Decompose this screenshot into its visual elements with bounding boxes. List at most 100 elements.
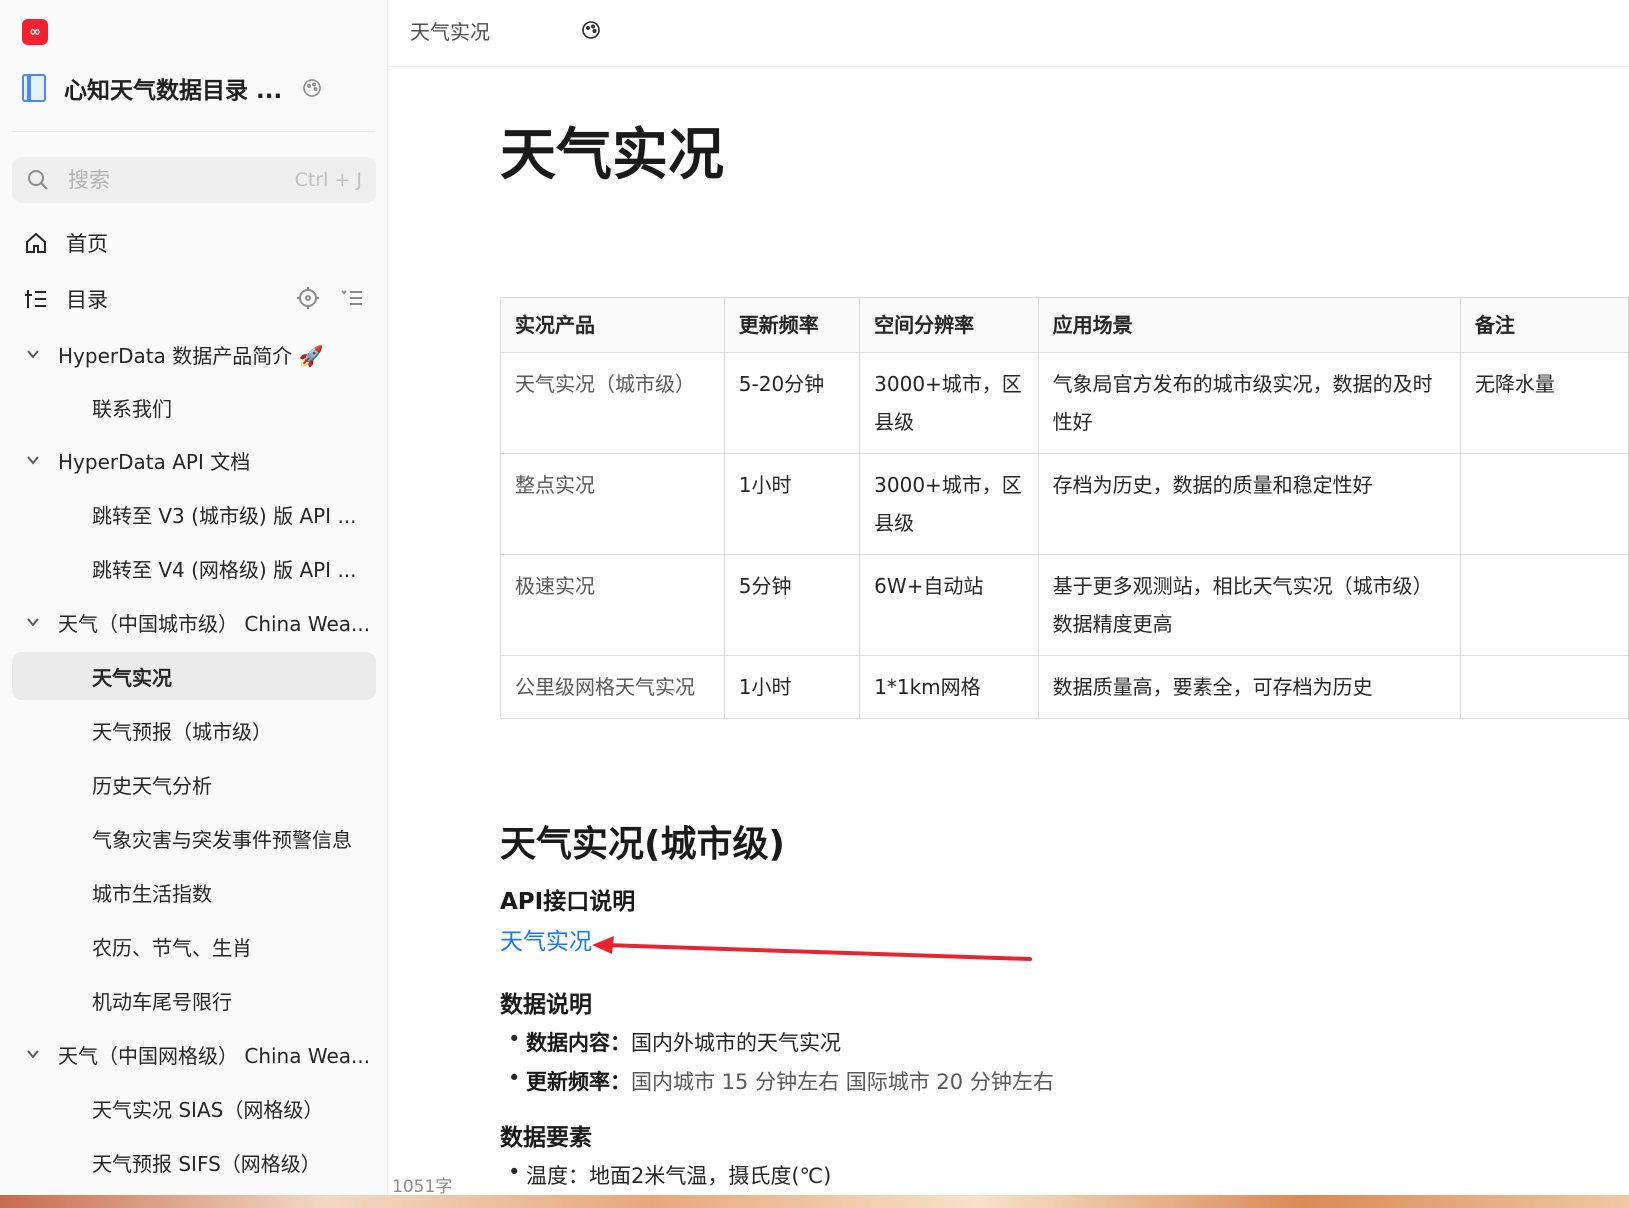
table-cell: 整点实况: [500, 453, 725, 555]
tree-item-forecast[interactable]: 天气预报（城市级）: [92, 706, 272, 754]
table-cell: 数据质量高，要素全，可存档为历史: [1037, 655, 1461, 719]
list-item: 数据内容：国内外城市的天气实况: [508, 1027, 841, 1057]
tree-item-label: 联系我们: [92, 396, 172, 421]
tree-item-sias[interactable]: 天气实况 SIAS（网格级）: [92, 1084, 323, 1132]
table-cell: 1小时: [723, 453, 861, 555]
palette-icon[interactable]: [581, 20, 601, 40]
list-item-value: 国内城市 15 分钟左右 国际城市 20 分钟左右: [631, 1070, 1054, 1094]
list-item: 温度：地面2米气温，摄氏度(℃): [508, 1160, 832, 1190]
tree-folder-city-weather[interactable]: 天气（中国城市级） China Wea...: [24, 598, 370, 646]
nav-home[interactable]: 首页: [24, 223, 108, 263]
table-cell: 5-20分钟: [723, 352, 861, 454]
data-desc-heading: 数据说明: [500, 992, 592, 1018]
tree-item-label: 天气预报（城市级）: [92, 719, 272, 744]
annotation-arrow: [592, 936, 1032, 961]
tree-item-v4-api[interactable]: 跳转至 V4 (网格级) 版 API ...: [92, 544, 357, 592]
tree-item-label: 天气实况: [92, 665, 172, 690]
table-cell: 极速实况: [500, 554, 725, 656]
tree-item-label: 农历、节气、生肖: [92, 935, 252, 960]
table-row: 天气实况（城市级） 5-20分钟 3000+城市，区县级 气象局官方发布的城市级…: [500, 352, 1629, 454]
table-cell: 公里级网格天气实况: [500, 655, 725, 719]
tree-item-label: 机动车尾号限行: [92, 989, 232, 1014]
home-icon: [26, 232, 46, 253]
chevron-down-icon[interactable]: [24, 613, 42, 631]
table-header-cell: 应用场景: [1037, 297, 1461, 353]
book-icon: [22, 74, 46, 102]
tree-folder-api-docs[interactable]: HyperData API 文档: [24, 436, 250, 484]
tree-item-label: 跳转至 V3 (城市级) 版 API ...: [92, 503, 357, 528]
table-cell: 3000+城市，区县级: [859, 352, 1039, 454]
collapse-all-icon[interactable]: [340, 286, 364, 310]
breadcrumb[interactable]: 天气实况: [410, 16, 490, 45]
tree-item-label: 跳转至 V4 (网格级) 版 API ...: [92, 557, 357, 582]
tree-item-v3-api[interactable]: 跳转至 V3 (城市级) 版 API ...: [92, 490, 357, 538]
table-cell: 气象局官方发布的城市级实况，数据的及时性好: [1037, 352, 1461, 454]
knowledge-base-header[interactable]: 心知天气数据目录 ...: [22, 68, 367, 108]
search-icon: [28, 170, 48, 190]
search-shortcut: Ctrl + J: [294, 169, 362, 191]
tree-item-history[interactable]: 历史天气分析: [92, 760, 212, 808]
list-item: 更新频率：国内城市 15 分钟左右 国际城市 20 分钟左右: [508, 1066, 1054, 1096]
tree-item-alerts[interactable]: 气象灾害与突发事件预警信息: [92, 814, 352, 862]
tree-item-label: 天气（中国网格级） China Wea...: [58, 1043, 371, 1068]
chevron-down-icon[interactable]: [24, 345, 42, 363]
sidebar-divider: [12, 131, 375, 132]
tree-item-label: 天气实况 SIAS（网格级）: [92, 1097, 324, 1122]
products-table: 实况产品 更新频率 空间分辨率 应用场景 备注 天气实况（城市级） 5-20分钟…: [500, 297, 1629, 719]
nav-toc-label: 目录: [66, 288, 108, 312]
tree-item-weather-now-active[interactable]: 天气实况: [12, 652, 376, 700]
top-bar: 天气实况: [388, 0, 1629, 67]
table-cell: 存档为历史，数据的质量和稳定性好: [1037, 453, 1461, 555]
table-cell: [1459, 655, 1629, 719]
toc-tools: [296, 286, 364, 310]
table-header-row: 实况产品 更新频率 空间分辨率 应用场景 备注: [500, 297, 1629, 353]
chevron-down-icon[interactable]: [24, 1045, 42, 1063]
table-cell: 基于更多观测站，相比天气实况（城市级）数据精度更高: [1037, 554, 1461, 656]
table-cell: 天气实况（城市级）: [500, 352, 725, 454]
nav-home-label: 首页: [66, 232, 108, 256]
tree-item-label: 天气（中国城市级） China Wea...: [58, 611, 371, 636]
tree-item-label: 城市生活指数: [92, 881, 212, 906]
api-heading: API接口说明: [500, 889, 636, 915]
tree-item-label: HyperData 数据产品简介 🚀: [58, 343, 324, 368]
table-header-cell: 实况产品: [500, 297, 725, 353]
table-row: 公里级网格天气实况 1小时 1*1km网格 数据质量高，要素全，可存档为历史: [500, 655, 1629, 719]
table-cell: 1小时: [723, 655, 861, 719]
tree-item-contact[interactable]: 联系我们: [92, 383, 172, 431]
list-item-value: 国内外城市的天气实况: [631, 1031, 841, 1055]
table-cell: 无降水量: [1459, 352, 1629, 454]
tree-item-traffic[interactable]: 机动车尾号限行: [92, 976, 232, 1024]
nav-toc[interactable]: 目录: [24, 279, 108, 319]
elements-heading: 数据要素: [500, 1125, 592, 1151]
api-link[interactable]: 天气实况: [500, 922, 592, 956]
tree-item-label: 历史天气分析: [92, 773, 212, 798]
chevron-down-icon[interactable]: [24, 451, 42, 469]
word-count: 1051字: [392, 1177, 453, 1197]
list-item-value: 温度：地面2米气温，摄氏度(℃): [526, 1164, 832, 1188]
page-title: 天气实况: [500, 123, 724, 188]
tree-item-label: HyperData API 文档: [58, 449, 251, 474]
search-input[interactable]: [66, 167, 270, 193]
table-cell: 6W+自动站: [859, 554, 1039, 656]
tree-folder-intro[interactable]: HyperData 数据产品简介 🚀: [24, 330, 323, 378]
tree-item-lunar[interactable]: 农历、节气、生肖: [92, 922, 252, 970]
tree-item-label: 天气预报 SIFS（网格级）: [92, 1151, 321, 1176]
table-cell: 1*1km网格: [859, 655, 1039, 719]
table-header-cell: 空间分辨率: [859, 297, 1039, 353]
table-cell: [1459, 453, 1629, 555]
table-row: 极速实况 5分钟 6W+自动站 基于更多观测站，相比天气实况（城市级）数据精度更…: [500, 554, 1629, 656]
locate-icon[interactable]: [296, 286, 320, 310]
tree-item-sifs[interactable]: 天气预报 SIFS（网格级）: [92, 1138, 321, 1186]
toc-icon: [25, 290, 46, 308]
table-cell: 5分钟: [723, 554, 861, 656]
app-logo[interactable]: ∞: [22, 19, 48, 45]
list-item-key: 数据内容：: [526, 1031, 631, 1055]
list-item-key: 更新频率：: [526, 1070, 631, 1094]
tree-folder-grid-weather[interactable]: 天气（中国网格级） China Wea...: [24, 1030, 370, 1078]
tree-item-label: 气象灾害与突发事件预警信息: [92, 827, 352, 852]
table-header-cell: 备注: [1459, 297, 1629, 353]
sidebar: ∞ 心知天气数据目录 ... Ctrl + J 首页 目录: [0, 0, 388, 1195]
palette-icon[interactable]: [302, 78, 322, 98]
search-box[interactable]: Ctrl + J: [12, 157, 376, 203]
tree-item-life-index[interactable]: 城市生活指数: [92, 868, 212, 916]
